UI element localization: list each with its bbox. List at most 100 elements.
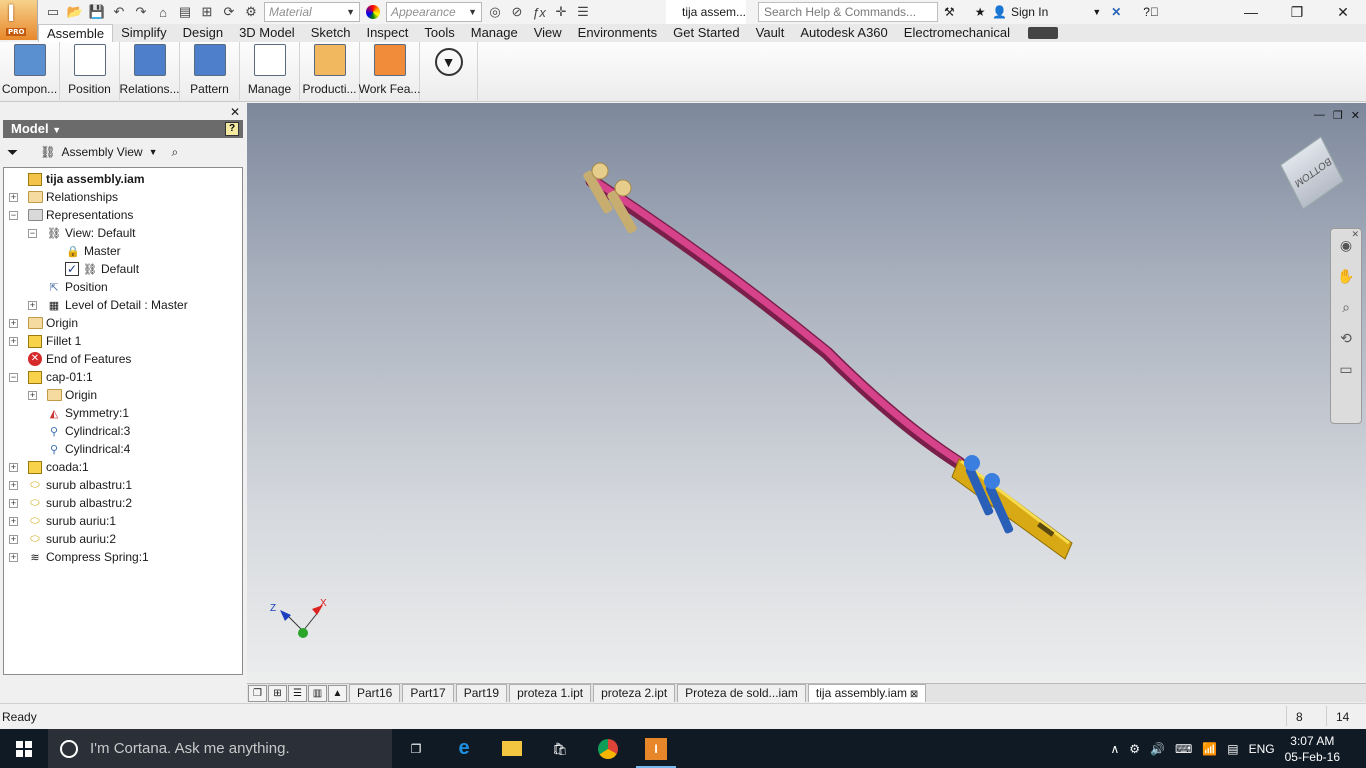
appearance-dropdown[interactable]: Appearance ▼ xyxy=(386,2,482,22)
material-dropdown[interactable]: Material ▼ xyxy=(264,2,360,22)
tab-environments[interactable]: Environments xyxy=(570,24,665,42)
cascade-windows-icon[interactable]: ❐ xyxy=(248,684,267,702)
tab-vault[interactable]: Vault xyxy=(748,24,793,42)
cortana-search-box[interactable]: I'm Cortana. Ask me anything. xyxy=(48,729,392,768)
sign-in-button[interactable]: 👤 Sign In ▼ ✕ ?⃝ xyxy=(992,0,1159,24)
favorites-star-icon[interactable]: ★ xyxy=(975,5,986,19)
search-help-input[interactable]: Search Help & Commands... xyxy=(758,2,938,22)
tree-node[interactable]: ⚲ Cylindrical:3 xyxy=(4,422,242,440)
expand-icon[interactable]: + xyxy=(9,552,18,562)
filter-icon[interactable]: ⏷ xyxy=(7,144,18,161)
expand-icon[interactable]: + xyxy=(9,534,18,544)
tile-windows-icon[interactable]: ⊞ xyxy=(268,684,287,702)
start-button[interactable] xyxy=(0,729,48,768)
expand-icon[interactable]: + xyxy=(28,300,37,310)
new-file-icon[interactable]: ▭ xyxy=(44,3,62,21)
home-icon[interactable]: ⌂ xyxy=(154,3,172,21)
expand-icon[interactable]: + xyxy=(9,462,18,472)
tab-assemble[interactable]: Assemble xyxy=(38,24,114,42)
tree-node[interactable]: ⇱ Position xyxy=(4,278,242,296)
close-icon[interactable]: ✕ xyxy=(230,105,240,119)
tab-inspect[interactable]: Inspect xyxy=(358,24,416,42)
inventor-taskbar-icon[interactable]: I xyxy=(632,729,680,768)
ribbon-button-manage-bom[interactable]: Manage xyxy=(240,42,300,100)
exchange-apps-icon[interactable]: ✕ xyxy=(1111,5,1121,19)
task-view-icon[interactable]: ❐ xyxy=(392,729,440,768)
active-checkbox[interactable]: ✓ xyxy=(65,262,79,276)
ribbon-button-productivity[interactable]: Producti... xyxy=(300,42,360,100)
tree-node[interactable]: ✓ ⛓ Default xyxy=(4,260,242,278)
tab-view[interactable]: View xyxy=(526,24,570,42)
store-icon[interactable]: 🛍 xyxy=(536,729,584,768)
measure-icon[interactable]: ✛ xyxy=(552,3,570,21)
print-icon[interactable]: ▤ xyxy=(176,3,194,21)
zoom-icon[interactable]: ⌕ xyxy=(1342,299,1350,316)
expand-icon[interactable]: + xyxy=(9,516,18,526)
wifi-icon[interactable]: 📶 xyxy=(1202,742,1217,756)
file-explorer-icon[interactable] xyxy=(488,729,536,768)
clear-appearance-icon[interactable]: ⊘ xyxy=(508,3,526,21)
ribbon-button-work-features[interactable]: Work Fea... xyxy=(359,42,420,100)
undo-icon[interactable]: ↶ xyxy=(110,3,128,21)
adjust-appearance-icon[interactable]: ◎ xyxy=(486,3,504,21)
tab-simplify[interactable]: Simplify xyxy=(113,24,175,42)
model-browser-header[interactable]: Model ▼ ? xyxy=(3,120,243,138)
pan-icon[interactable]: ✋ xyxy=(1337,268,1354,285)
assembly-model[interactable]: Z X xyxy=(247,103,1366,682)
ribbon-display-toggle-icon[interactable] xyxy=(1028,27,1058,39)
application-menu-button[interactable]: I PRO xyxy=(0,0,38,40)
close-tab-icon[interactable]: ⊠ xyxy=(907,689,918,700)
expand-icon[interactable]: + xyxy=(9,318,18,328)
tab-sketch[interactable]: Sketch xyxy=(303,24,359,42)
tab-tools[interactable]: Tools xyxy=(416,24,462,42)
tree-node[interactable]: + ⬭ surub albastru:2 xyxy=(4,494,242,512)
expand-icon[interactable]: + xyxy=(9,192,18,202)
tree-node[interactable]: + ≋ Compress Spring:1 xyxy=(4,548,242,566)
show-hidden-icons-icon[interactable]: ∧ xyxy=(1110,742,1119,756)
tree-node[interactable]: − Representations xyxy=(4,206,242,224)
view-mode-dropdown[interactable]: Assembly View xyxy=(61,145,142,159)
document-tab[interactable]: proteza 2.ipt xyxy=(593,684,676,702)
document-tab[interactable]: Part16 xyxy=(349,684,401,702)
tab-get-started[interactable]: Get Started xyxy=(665,24,747,42)
help-icon[interactable]: ? xyxy=(225,122,239,136)
expand-icon[interactable]: + xyxy=(9,336,18,346)
document-tab[interactable]: Proteza de sold...iam xyxy=(677,684,806,702)
tab-manage[interactable]: Manage xyxy=(463,24,526,42)
binoculars-icon[interactable]: ⚒ xyxy=(944,5,955,19)
edge-browser-icon[interactable]: e xyxy=(440,729,488,768)
tree-node[interactable]: − cap-01:1 xyxy=(4,368,242,386)
input-method-icon[interactable]: ⌨ xyxy=(1175,742,1192,756)
close-icon[interactable]: ✕ xyxy=(1320,0,1366,24)
chevron-down-icon[interactable]: ▼ xyxy=(149,147,158,157)
tab-design[interactable]: Design xyxy=(175,24,231,42)
language-indicator[interactable]: ENG xyxy=(1249,742,1275,756)
document-tab[interactable]: Part19 xyxy=(455,684,508,702)
look-at-icon[interactable]: ▭ xyxy=(1339,361,1352,378)
select-icon[interactable]: ⊞ xyxy=(198,3,216,21)
action-center-icon[interactable]: ▤ xyxy=(1227,742,1238,756)
chrome-icon[interactable] xyxy=(584,729,632,768)
collapse-icon[interactable]: − xyxy=(9,372,18,382)
expand-icon[interactable]: + xyxy=(9,480,18,490)
tree-node[interactable]: + Origin xyxy=(4,314,242,332)
tab-3d-model[interactable]: 3D Model xyxy=(231,24,303,42)
tree-node[interactable]: + Relationships xyxy=(4,188,242,206)
iproperties-icon[interactable]: ⚙ xyxy=(242,3,260,21)
document-tab[interactable]: tija assembly.iam ⊠ xyxy=(807,684,927,702)
tree-node[interactable]: − ⛓ View: Default xyxy=(4,224,242,242)
customize-dropdown-icon[interactable]: ☰ xyxy=(574,3,592,21)
ribbon-button-place-component[interactable]: Compon... xyxy=(0,42,60,100)
tree-node[interactable]: + Fillet 1 xyxy=(4,332,242,350)
close-icon[interactable]: ✕ xyxy=(1351,229,1359,240)
tab-electromechanical[interactable]: Electromechanical xyxy=(896,24,1018,42)
network-share-icon[interactable]: ⚙ xyxy=(1129,742,1140,756)
clock[interactable]: 3:07 AM 05-Feb-16 xyxy=(1285,733,1340,765)
tree-node[interactable]: ⚲ Cylindrical:4 xyxy=(4,440,242,458)
parameters-icon[interactable]: ƒx xyxy=(530,3,548,21)
volume-icon[interactable]: 🔊 xyxy=(1150,742,1165,756)
ribbon-button-pattern[interactable]: Pattern xyxy=(180,42,240,100)
save-icon[interactable]: 💾 xyxy=(88,3,106,21)
orbit-icon[interactable]: ⟲ xyxy=(1340,330,1352,347)
ribbon-panel-expand-button[interactable]: ▼ xyxy=(420,42,478,100)
